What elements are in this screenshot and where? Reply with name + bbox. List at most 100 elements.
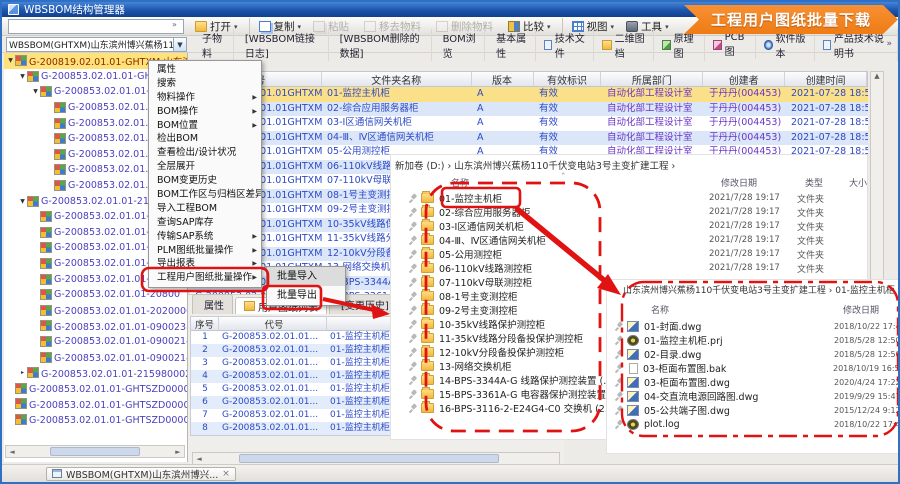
column-header[interactable]: 修改日期 — [721, 176, 757, 189]
file-row[interactable]: 03-柜面布置图.dwg 2020/4/24 17:22 — [613, 375, 897, 389]
breadcrumb[interactable]: 新加卷 (D:) › 山东滨州博兴蕉杨110千伏变电站3号主变扩建工程 › — [395, 158, 863, 172]
tree-node[interactable]: ▸ G-200853.02.01.01-215980002:PS006-保护P — [4, 365, 187, 381]
pin-icon[interactable] — [407, 221, 421, 231]
folder-row[interactable]: 01-监控主机柜 2021/7/28 19:17 文件夹 — [407, 191, 865, 205]
scrollbar-thumb[interactable] — [239, 454, 499, 463]
context-menu-item[interactable]: 搜索 — [149, 77, 261, 91]
folder-row[interactable]: 04-Ⅲ、Ⅳ区通信网关机柜 2021/7/28 19:17 文件夹 — [407, 233, 865, 247]
pin-icon[interactable] — [407, 235, 421, 245]
pin-icon[interactable] — [407, 291, 421, 301]
pin-icon[interactable] — [407, 263, 421, 273]
tree-node[interactable]: G-200853.02.01.01-20800 — [4, 287, 187, 303]
tree-node[interactable]: G-200853.02.01.01-090021454:RJ45-8:屏 — [4, 349, 187, 365]
scroll-right-icon[interactable]: ► — [172, 448, 184, 456]
collapse-chevron-icon[interactable]: ˆ — [561, 173, 566, 183]
pin-icon[interactable] — [613, 419, 627, 429]
folder-row[interactable]: 03-Ⅰ区通信网关机柜 2021/7/28 19:17 文件夹 — [407, 219, 865, 233]
file-row[interactable]: 05-公共端子图.dwg 2015/12/24 9:12 — [613, 403, 897, 417]
column-header[interactable]: 序号 — [191, 317, 219, 330]
column-header[interactable]: 有效标识 — [534, 72, 602, 86]
context-menu-item[interactable]: 导入工程BOM — [149, 202, 261, 216]
detail-tab[interactable]: 二维图档 — [595, 29, 654, 61]
scroll-left-icon[interactable]: ◄ — [193, 455, 205, 463]
folder-row[interactable]: 02-综合应用服务器柜 2021/7/28 19:17 文件夹 — [407, 205, 865, 219]
detail-tab[interactable]: [WBSBOM链接日志] — [235, 29, 329, 61]
context-menu-item[interactable]: 导出报表 ▶ — [149, 257, 261, 271]
table-row[interactable]: G-200853.02.01.01GHTXM 02-综合应用服务器柜 A 有效 … — [190, 102, 868, 117]
context-menu-item[interactable]: BOM操作 ▶ — [149, 105, 261, 119]
pin-icon[interactable] — [407, 403, 421, 413]
context-menu-item[interactable]: 查询SAP库存 — [149, 216, 261, 230]
table-row[interactable]: G-200853.02.01.01GHTXM 04-Ⅲ、Ⅳ区通信网关机柜 A 有… — [190, 131, 868, 146]
context-menu-item[interactable]: 全层展开 — [149, 160, 261, 174]
tree-node[interactable]: G-200853.02.01.01-090023803:双绞线类 — [4, 318, 187, 334]
pin-icon[interactable] — [613, 335, 627, 345]
pin-icon[interactable] — [407, 389, 421, 399]
expander-icon[interactable]: ▼ — [31, 88, 40, 95]
tree-node[interactable]: G-200853.02.01.01-GHTSZD0000053:结构设计 — [4, 396, 187, 412]
expander-icon[interactable]: ▼ — [18, 73, 27, 80]
detail-tab[interactable]: BOM浏览 — [433, 29, 486, 61]
column-header[interactable]: 类型 — [805, 176, 823, 189]
table-row[interactable]: G-200853.02.01.01GHTXM 01-监控主机柜 A 有效 自动化… — [190, 87, 868, 102]
file-row[interactable]: 01-监控主机柜.prj 2018/5/28 12:50 — [613, 333, 897, 347]
pin-icon[interactable] — [613, 405, 627, 415]
context-menu-item[interactable]: PLM图纸批量操作 ▶ — [149, 244, 261, 258]
context-menu-item[interactable]: BOM位置 ▶ — [149, 119, 261, 133]
submenu-item[interactable]: 批量导入 — [267, 267, 345, 286]
folder-row[interactable]: 05-公用测控柜 2021/7/28 19:17 文件夹 — [407, 247, 865, 261]
column-header[interactable]: 代号 — [219, 317, 327, 330]
context-menu-item[interactable]: 查看检出/设计状况 — [149, 146, 261, 160]
scrollbar-thumb[interactable] — [50, 447, 140, 456]
tree-hscrollbar[interactable]: ◄ ► — [5, 445, 185, 458]
file-row[interactable]: 04-交直流电源回路图.dwg 2019/9/29 15:47 — [613, 389, 897, 403]
context-menu-item[interactable]: 工程用户图纸批量操作 ▶ — [149, 271, 261, 285]
chevron-more-icon[interactable]: » — [886, 39, 892, 49]
pin-icon[interactable] — [407, 361, 421, 371]
column-header[interactable]: 大小 — [849, 176, 867, 189]
close-icon[interactable]: × — [222, 469, 230, 479]
bottom-tab[interactable]: 属性 — [192, 294, 233, 314]
pin-icon[interactable] — [407, 333, 421, 343]
submenu-item[interactable]: 批量导出 — [267, 286, 345, 305]
tree-node[interactable]: G-200853.02.01.01-090021453:RJ45-8T — [4, 334, 187, 350]
context-menu-item[interactable]: BOM工作区与归档区差异 — [149, 188, 261, 202]
detail-tab[interactable]: 技术文件 — [537, 29, 594, 61]
context-menu-item[interactable]: 属性 — [149, 63, 261, 77]
chevron-more-icon[interactable]: » — [172, 20, 177, 29]
pin-icon[interactable] — [407, 347, 421, 357]
column-header[interactable]: 文件夹名称 — [322, 72, 472, 86]
folder-row[interactable]: 06-110kV线路测控柜 2021/7/28 19:17 文件夹 — [407, 261, 865, 275]
column-header[interactable]: 创建时间 — [785, 72, 867, 86]
breadcrumb[interactable]: 山东滨州博兴蕉杨110千伏变电站3号主变扩建工程 › 01-监控主机柜 — [623, 283, 897, 296]
pin-icon[interactable] — [407, 305, 421, 315]
dropdown-arrow-icon[interactable]: ▼ — [173, 38, 186, 51]
detail-tab[interactable]: PCB图 — [706, 31, 756, 59]
pin-icon[interactable] — [407, 277, 421, 287]
column-header[interactable]: 修改日期 — [843, 303, 879, 316]
tree-node[interactable]: G-200853.02.01.01-202000089:凝思安全 — [4, 303, 187, 319]
status-tab[interactable]: WBSBOM(GHTXM)山东滨州博兴... × — [46, 467, 236, 481]
tree-node[interactable]: G-200853.02.01.01-GHTSZD0000052:图纸已确认 — [4, 380, 187, 396]
pin-icon[interactable] — [613, 321, 627, 331]
column-header[interactable]: 名称 — [451, 176, 469, 189]
pin-icon[interactable] — [407, 249, 421, 259]
table-vscrollbar[interactable]: ▲ — [870, 71, 884, 311]
expander-icon[interactable]: ▼ — [6, 57, 15, 64]
pin-icon[interactable] — [613, 363, 627, 373]
pin-icon[interactable] — [407, 319, 421, 329]
expander-icon[interactable]: ▸ — [18, 369, 27, 376]
scroll-left-icon[interactable]: ◄ — [6, 448, 18, 456]
filter-input[interactable] — [8, 19, 184, 34]
pin-icon[interactable] — [407, 375, 421, 385]
detail-tab[interactable]: 子物料 — [192, 29, 234, 61]
column-header[interactable]: 版本 — [472, 72, 534, 86]
column-header[interactable]: 所属部门 — [601, 72, 703, 86]
pin-icon[interactable] — [613, 349, 627, 359]
tree-node[interactable]: G-200853.02.01.01-GHTSZD0000054:二次开发 — [4, 412, 187, 428]
detail-tab[interactable]: [WBSBOM删除的数据] — [330, 29, 432, 61]
collapse-chevron-icon[interactable]: ˆ — [740, 290, 745, 300]
pin-icon[interactable] — [613, 391, 627, 401]
table-row[interactable]: G-200853.02.01.01GHTXM 03-Ⅰ区通信网关机柜 A 有效 … — [190, 116, 868, 131]
context-menu-item[interactable]: 物料操作 ▶ — [149, 91, 261, 105]
